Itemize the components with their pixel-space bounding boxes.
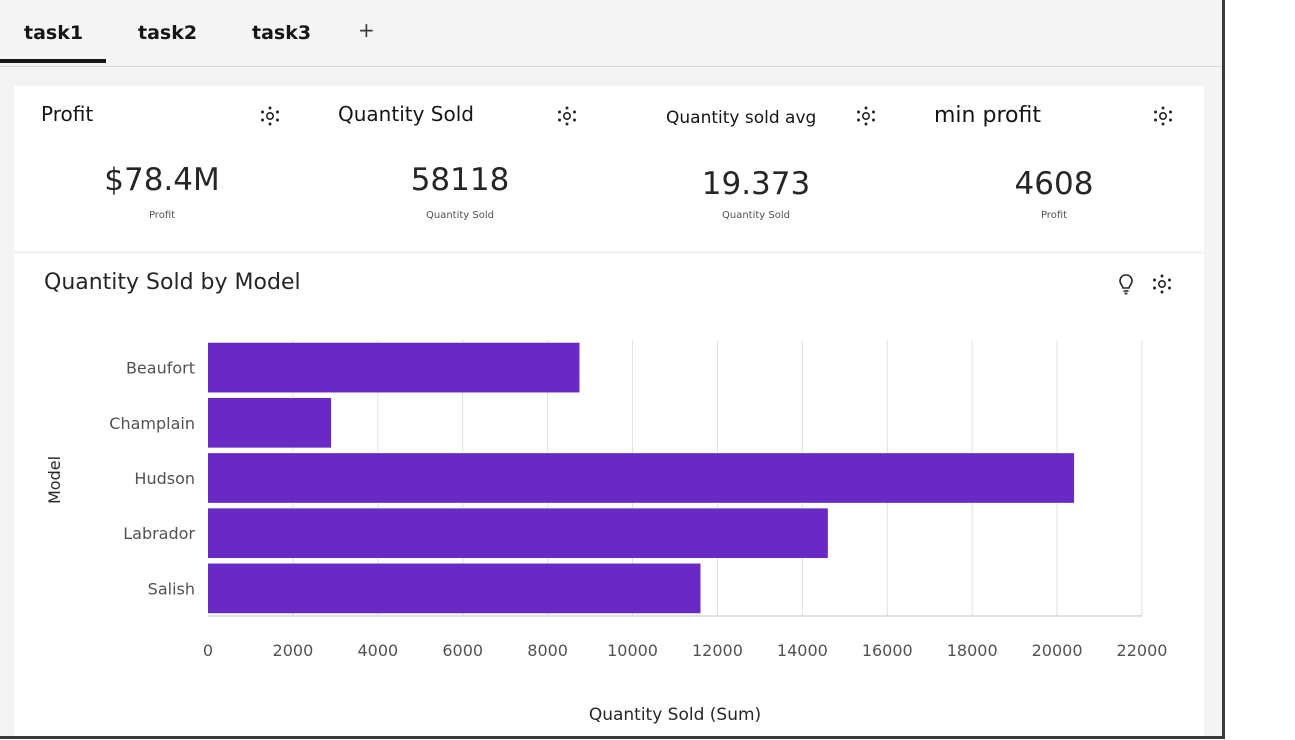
x-tick-label: 6000	[442, 641, 483, 660]
x-tick-label: 22000	[1117, 641, 1168, 660]
kpi-title-quantity-sold: Quantity Sold	[338, 102, 474, 126]
x-tick-label: 20000	[1032, 641, 1083, 660]
gear-icon[interactable]	[555, 104, 579, 128]
kpi-subtitle-profit: Profit	[148, 210, 176, 221]
x-tick-label: 0	[203, 641, 213, 660]
gear-icon[interactable]	[258, 104, 282, 128]
kpi-subtitle-quantity-sold: Quantity Sold	[426, 210, 494, 221]
bar-hudson[interactable]	[208, 453, 1075, 503]
kpi-value-quantity-sold: 58118	[410, 162, 510, 198]
active-tab-indicator	[0, 59, 106, 63]
tab-task2[interactable]: task2	[138, 22, 197, 62]
y-tick-label: Salish	[148, 579, 195, 598]
x-axis-label: Quantity Sold (Sum)	[589, 705, 761, 725]
bar-layer	[208, 342, 1075, 614]
kpi-value-min-profit: 4608	[1014, 166, 1094, 202]
tab-task3[interactable]: task3	[252, 22, 311, 62]
bar-chart: 0 2000 4000 6000 8000 10000 12000 14000 16000 180…	[45, 340, 1168, 725]
y-axis-label: Model	[45, 456, 64, 504]
x-tick-label: 16000	[862, 641, 913, 660]
kpi-value-quantity-sold-avg: 19.373	[701, 166, 811, 202]
kpi-panel: Profit $78.4M Profit Quantity Sold 58118…	[14, 86, 1204, 251]
gear-icon[interactable]	[1151, 104, 1175, 128]
x-tick-label: 10000	[607, 641, 658, 660]
y-tick-label: Hudson	[134, 469, 195, 488]
x-tick-label: 4000	[357, 641, 398, 660]
kpi-value-profit: $78.4M	[104, 162, 220, 198]
bar-salish[interactable]	[208, 563, 701, 614]
x-tick-label: 14000	[777, 641, 828, 660]
kpi-title-profit: Profit	[41, 102, 94, 126]
y-tick-label: Labrador	[123, 524, 195, 543]
kpi-subtitle-quantity-sold-avg: Quantity Sold	[722, 210, 790, 221]
x-tick-label: 12000	[692, 641, 743, 660]
x-tick-label: 8000	[527, 641, 568, 660]
chart-panel: Quantity Sold by Model 0 2000 4000 6000 8000…	[14, 254, 1204, 736]
y-tick-label: Champlain	[109, 414, 195, 433]
tab-bar: task1 task2 task3 +	[0, 0, 1222, 67]
bar-labrador[interactable]	[208, 508, 828, 559]
kpi-title-min-profit: min profit	[934, 103, 1041, 128]
add-tab-button[interactable]: +	[358, 18, 375, 42]
bar-beaufort[interactable]	[208, 342, 580, 393]
tab-task1[interactable]: task1	[24, 22, 83, 62]
kpi-title-quantity-sold-avg: Quantity sold avg	[666, 108, 817, 128]
dashboard-frame: task1 task2 task3 + Profit $78.4M Profit…	[0, 0, 1225, 739]
gear-icon[interactable]	[854, 104, 878, 128]
x-tick-label: 2000	[273, 641, 314, 660]
x-tick-label: 18000	[947, 641, 998, 660]
y-tick-label: Beaufort	[126, 359, 195, 378]
kpi-subtitle-min-profit: Profit	[1040, 210, 1068, 221]
bar-champlain[interactable]	[208, 397, 332, 448]
